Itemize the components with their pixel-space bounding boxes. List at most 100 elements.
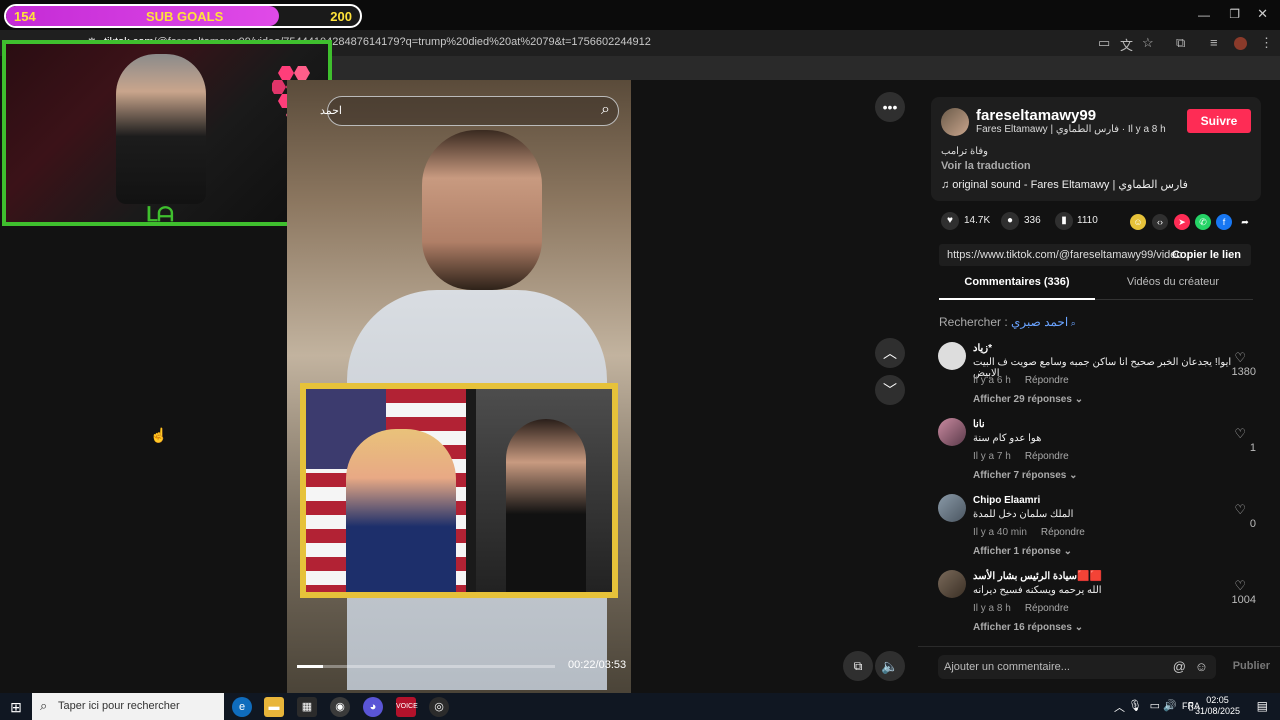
obs-icon[interactable]: ◎	[429, 697, 449, 717]
video-progress-bar[interactable]	[297, 665, 555, 668]
embed-icon[interactable]: ‹›	[1152, 214, 1168, 230]
edge-icon[interactable]: e	[232, 697, 252, 717]
reply-button[interactable]: Répondre	[1025, 451, 1069, 462]
author-meta: Fares Eltamawy | فارس الطماوي · Il y a 8…	[976, 124, 1166, 135]
video-player[interactable]: احمد ⌕ 00:22/03:53	[287, 80, 631, 693]
restore-icon[interactable]: ❐	[1229, 7, 1240, 21]
store-icon[interactable]: ▦	[297, 697, 317, 717]
emoji-icon[interactable]: ☺	[1195, 659, 1208, 674]
network-icon[interactable]: ▭	[1150, 699, 1160, 712]
taskbar-clock[interactable]: 02:05 31/08/2025	[1195, 695, 1240, 717]
comment-text: هوا عدو كام سنة	[973, 433, 1042, 444]
copy-link-button[interactable]: Copier le lien	[1172, 249, 1241, 261]
add-comment-bar: Ajouter un commentaire... @ ☺ Publier	[918, 646, 1280, 686]
video-search-box[interactable]: احمد ⌕	[320, 96, 619, 126]
comment-meta: Il y a 40 min Répondre	[973, 527, 1085, 538]
speaker-icon[interactable]: 🔊	[1163, 699, 1177, 712]
share-link-box[interactable]: https://www.tiktok.com/@fareseltamawy99/…	[939, 244, 1251, 266]
comment-like-icon[interactable]: ♡	[1234, 426, 1246, 442]
comment-like-icon[interactable]: ♡	[1234, 502, 1246, 518]
sound-link[interactable]: ♫ original sound - Fares Eltamawy | فارس…	[941, 178, 1188, 191]
minimize-icon[interactable]: —	[1198, 8, 1210, 22]
cast-icon[interactable]: ▭	[1098, 35, 1110, 51]
sub-goals-bar: 154 SUB GOALS 200	[4, 4, 362, 28]
menu-dots-icon[interactable]: ⋮	[1260, 35, 1273, 51]
pip-icon[interactable]: ⧉	[843, 651, 873, 681]
emoji-share-icon[interactable]: ☺	[1130, 214, 1146, 230]
whatsapp-icon[interactable]: ✆	[1195, 214, 1211, 230]
show-replies-button[interactable]: Afficher 7 réponses ⌄	[973, 470, 1078, 481]
comment-like-icon[interactable]: ♡	[1234, 578, 1246, 594]
author-username[interactable]: fareseltamawy99	[976, 107, 1096, 124]
author-avatar[interactable]	[941, 108, 969, 136]
commenter-name[interactable]: سيادة الرئيس بشار الأسد🟥🟥	[973, 571, 1102, 582]
reply-button[interactable]: Répondre	[1041, 527, 1085, 538]
media-icon[interactable]: ≡	[1210, 35, 1218, 50]
likes-count: 14.7K	[964, 215, 991, 226]
translate-icon[interactable]: 文	[1120, 35, 1133, 54]
comment-time: Il y a 40 min	[973, 527, 1027, 538]
more-options-icon[interactable]: •••	[875, 92, 905, 122]
previous-video-icon[interactable]: ︿	[875, 338, 905, 368]
discord-icon[interactable]: ◕	[363, 697, 383, 717]
notifications-icon[interactable]: ▤	[1257, 699, 1268, 713]
search-small-icon: ⌕	[1068, 318, 1076, 328]
commenter-avatar[interactable]	[938, 494, 966, 522]
comment-icon[interactable]: ●	[1001, 212, 1019, 230]
profile-avatar[interactable]	[1234, 37, 1247, 50]
inset-person-right	[506, 419, 586, 592]
windows-taskbar: ⊞ ⌕ Taper ici pour rechercher e ▬ ▦ ◉ ◕ …	[0, 693, 1280, 720]
like-heart-icon[interactable]: ♥	[941, 212, 959, 230]
video-inset-image	[300, 383, 618, 598]
search-icon[interactable]: ⌕	[601, 101, 610, 119]
video-description: وفاة ترامب	[941, 146, 988, 157]
post-comment-button[interactable]: Publier	[1233, 660, 1270, 672]
search-suggestion[interactable]: Rechercher : احمد صبري ⌕	[939, 315, 1076, 329]
comment-item: زياد* ايوا! يجدعان الخبر صحيح انا ساكن ج…	[938, 342, 1260, 414]
show-replies-button[interactable]: Afficher 29 réponses ⌄	[973, 394, 1083, 405]
file-explorer-icon[interactable]: ▬	[264, 697, 284, 717]
comment-like-count: 1380	[1231, 366, 1256, 378]
windows-start-icon[interactable]: ⊞	[6, 697, 26, 717]
commenter-name[interactable]: نانا	[973, 419, 985, 430]
next-video-icon[interactable]: ﹀	[875, 375, 905, 405]
reply-button[interactable]: Répondre	[1025, 375, 1069, 386]
taskbar-search[interactable]: ⌕ Taper ici pour rechercher	[32, 693, 224, 720]
commenter-avatar[interactable]	[938, 570, 966, 598]
commenter-name[interactable]: زياد*	[973, 343, 992, 354]
saves-count: 1110	[1077, 215, 1098, 226]
page-top-strip	[330, 56, 1280, 80]
facebook-icon[interactable]: f	[1216, 214, 1232, 230]
tray-chevron-icon[interactable]: ︿	[1114, 699, 1125, 715]
comment-text: الملك سلمان دخل للمدة	[973, 509, 1074, 520]
show-replies-button[interactable]: Afficher 1 réponse ⌄	[973, 546, 1072, 557]
close-icon[interactable]: ✕	[1257, 6, 1268, 22]
tab-comments[interactable]: Commentaires (336)	[939, 276, 1095, 300]
comment-like-icon[interactable]: ♡	[1234, 350, 1246, 366]
see-translation-link[interactable]: Voir la traduction	[941, 160, 1031, 172]
share-arrow-icon[interactable]: ➦	[1237, 214, 1253, 230]
comment-meta: Il y a 8 h Répondre	[973, 603, 1069, 614]
tab-creator-videos[interactable]: Vidéos du créateur	[1095, 276, 1251, 300]
author-card: fareseltamawy99 Fares Eltamawy | فارس ال…	[931, 97, 1261, 201]
comment-tabs: Commentaires (336) Vidéos du créateur	[939, 276, 1253, 300]
mention-icon[interactable]: @	[1173, 659, 1186, 674]
commenter-avatar[interactable]	[938, 342, 966, 370]
comment-input[interactable]: Ajouter un commentaire... @ ☺	[938, 655, 1216, 679]
commenter-name[interactable]: Chipo Elaamri	[973, 495, 1040, 506]
sub-goals-current: 154	[14, 9, 36, 24]
search-term[interactable]: احمد صبري	[1011, 315, 1068, 329]
extensions-icon[interactable]: ⧉	[1176, 35, 1185, 51]
microphone-icon[interactable]: 🎙	[1128, 699, 1142, 712]
voicemeeter-icon[interactable]: VOICE	[396, 697, 418, 717]
volume-icon[interactable]: 🔈	[875, 651, 905, 681]
bookmark-icon[interactable]: ▮	[1055, 212, 1073, 230]
show-replies-button[interactable]: Afficher 16 réponses ⌄	[973, 622, 1083, 633]
bookmark-star-icon[interactable]: ☆	[1142, 35, 1154, 51]
commenter-avatar[interactable]	[938, 418, 966, 446]
follow-button[interactable]: Suivre	[1187, 109, 1251, 133]
send-icon[interactable]: ➤	[1174, 214, 1190, 230]
chrome-icon[interactable]: ◉	[330, 697, 350, 717]
reply-button[interactable]: Répondre	[1025, 603, 1069, 614]
stream-logo: ᒪᗩ	[146, 204, 174, 226]
